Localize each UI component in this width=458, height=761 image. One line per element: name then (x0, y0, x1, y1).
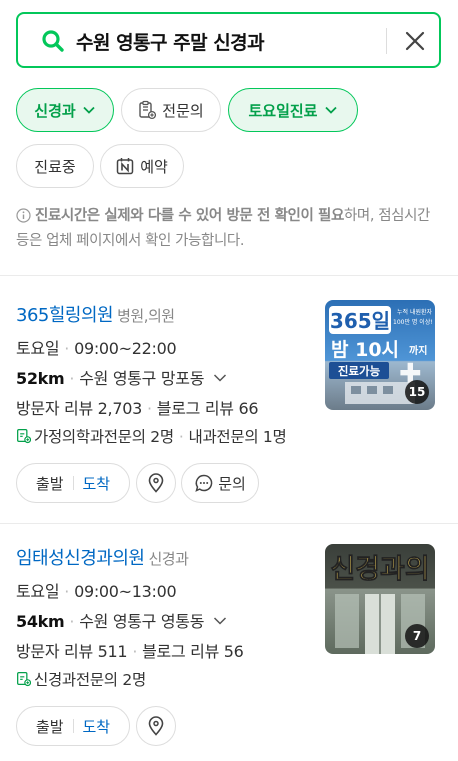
depart-button[interactable]: 출발 (36, 473, 64, 494)
arrive-button[interactable]: 도착 (83, 716, 111, 737)
photo-text: 100만 명 이상! (393, 318, 433, 326)
search-divider (386, 28, 387, 54)
reviews-line: 방문자 리뷰 2,703 · 블로그 리뷰 66 (16, 399, 259, 418)
arrive-button[interactable]: 도착 (83, 473, 111, 494)
address: 수원 영통구 망포동 (79, 369, 205, 388)
inquiry-button[interactable]: 문의 (181, 463, 259, 503)
filter-chip-reservation[interactable]: 예약 (100, 144, 184, 188)
chevron-down-icon[interactable] (213, 615, 227, 627)
specialist-count: 신경과전문의 2명 (34, 671, 146, 689)
chevron-down-icon (83, 106, 95, 114)
filter-chip-label: 신경과 (34, 101, 76, 120)
filter-chip-department[interactable]: 신경과 (16, 88, 114, 132)
filter-chip-label: 진료중 (34, 157, 76, 176)
hours-time: 09:00~22:00 (74, 339, 177, 358)
blog-reviews[interactable]: 블로그 리뷰 56 (142, 642, 244, 661)
hours-notice: 진료시간은 실제와 다를 수 있어 방문 전 확인이 필요하며, 점심시간 등은… (16, 204, 442, 254)
blog-reviews[interactable]: 블로그 리뷰 66 (157, 399, 259, 418)
photo-text: 누적 내원환자 (397, 308, 433, 316)
document-badge-icon (139, 100, 157, 120)
result-title[interactable]: 365힐링의원 병원,의원 (16, 301, 175, 327)
notice-bold-text: 진료시간은 실제와 다를 수 있어 방문 전 확인이 필요 (35, 208, 344, 224)
filter-chip-label: 전문의 (162, 101, 204, 120)
map-pin-button[interactable] (136, 706, 176, 746)
photo-text: 까지 (409, 344, 427, 357)
photo-text: 진료가능 (338, 364, 381, 378)
visitor-reviews[interactable]: 방문자 리뷰 2,703 (16, 399, 142, 418)
photo-text: 신경과의 (330, 554, 429, 585)
search-box[interactable]: 수원 영통구 주말 신경과 (16, 12, 441, 68)
depart-button[interactable]: 출발 (36, 716, 64, 737)
directions-button[interactable]: 출발 도착 (16, 463, 130, 503)
filter-chip-saturday[interactable]: 토요일진료 (228, 88, 358, 132)
filter-chip-open-now[interactable]: 진료중 (16, 144, 94, 188)
distance: 54km (16, 612, 65, 631)
hours-time: 09:00~13:00 (74, 582, 177, 601)
inquiry-label: 문의 (218, 474, 246, 493)
distance: 52km (16, 369, 65, 388)
place-name-link[interactable]: 임태성신경과의원 (16, 548, 145, 569)
divider (0, 523, 458, 524)
visitor-reviews[interactable]: 방문자 리뷰 511 (16, 642, 128, 661)
calendar-n-icon (116, 158, 134, 175)
search-input[interactable]: 수원 영통구 주말 신경과 (76, 28, 265, 55)
map-pin-icon (148, 716, 164, 736)
specialists-line: 신경과전문의 2명 (16, 668, 146, 690)
place-photo[interactable]: 365일 누적 내원환자 100만 명 이상! 밤 10시 까지 진료가능 15 (325, 300, 435, 410)
map-pin-icon (148, 473, 164, 493)
chevron-down-icon (324, 106, 337, 114)
specialist-count: 내과전문의 1명 (188, 428, 287, 446)
chevron-down-icon[interactable] (213, 372, 227, 384)
photo-count-badge: 15 (405, 380, 429, 404)
photo-text: 밤 10시 (331, 339, 399, 361)
address-line[interactable]: 52km · 수원 영통구 망포동 (16, 365, 227, 389)
place-photo[interactable]: 신경과의 7 (325, 544, 435, 654)
reviews-line: 방문자 리뷰 511 · 블로그 리뷰 56 (16, 642, 244, 661)
filter-chip-label: 토요일진료 (248, 101, 318, 120)
address-line[interactable]: 54km · 수원 영통구 영통동 (16, 608, 227, 632)
document-badge-icon (17, 672, 32, 687)
hours-line: 토요일 · 09:00~13:00 (16, 582, 177, 601)
search-icon (42, 30, 64, 52)
directions-button[interactable]: 출발 도착 (16, 706, 130, 746)
specialists-line: 가정의학과전문의 2명 · 내과전문의 1명 (16, 425, 287, 447)
info-icon (16, 208, 31, 223)
photo-count-badge: 7 (405, 624, 429, 648)
chat-bubble-icon (195, 474, 213, 492)
place-name-link[interactable]: 365힐링의원 (16, 305, 114, 326)
place-category: 신경과 (148, 550, 189, 568)
divider (0, 275, 458, 276)
specialist-count: 가정의학과전문의 2명 (34, 428, 174, 446)
filter-chip-label: 예약 (140, 157, 168, 176)
place-category: 병원,의원 (117, 307, 175, 325)
close-icon[interactable] (402, 28, 428, 54)
address: 수원 영통구 영통동 (79, 612, 205, 631)
map-pin-button[interactable] (136, 463, 176, 503)
photo-text: 365일 (330, 309, 390, 333)
hours-day: 토요일 (16, 339, 60, 358)
document-badge-icon (17, 429, 32, 444)
hours-line: 토요일 · 09:00~22:00 (16, 339, 177, 358)
result-title[interactable]: 임태성신경과의원 신경과 (16, 544, 189, 570)
filter-chip-specialist[interactable]: 전문의 (121, 88, 221, 132)
hours-day: 토요일 (16, 582, 60, 601)
